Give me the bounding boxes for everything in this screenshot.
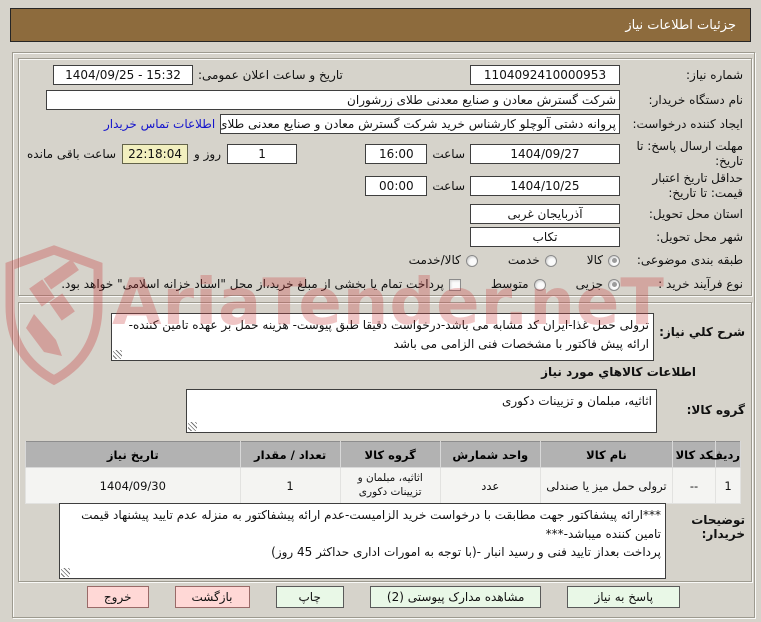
col-count-unit: واحد شمارش — [439, 441, 541, 468]
classification-option-goods[interactable]: کالا — [587, 253, 620, 268]
goods-table-row: 1 -- ترولی حمل میز یا صندلی عدد اثاثیه، … — [25, 467, 742, 504]
radio-selected-icon[interactable] — [608, 278, 620, 291]
province-row: استان محل تحویل: آذربایجان غربی — [470, 204, 743, 224]
checkbox-icon[interactable] — [448, 278, 461, 291]
treasury-checkbox-label: پرداخت تمام یا بخشی از مبلغ خرید،از محل … — [61, 277, 444, 291]
col-need-date: تاریخ نیاز — [25, 441, 241, 468]
col-goods-code: کد کالا — [672, 441, 716, 468]
classification-row: طبقه بندی موضوعی: کالا خدمت کالا/خدمت — [409, 253, 743, 268]
need-description-textarea[interactable]: ترولی حمل غذا-ایران کد مشابه می باشد-درخ… — [111, 313, 654, 361]
goods-table-header-row: ردیف کد کالا نام کالا واحد شمارش گروه کا… — [25, 441, 742, 468]
need-description-label: شرح کلي نیاز: — [659, 325, 745, 339]
price-validity-hour-label: ساعت — [432, 178, 465, 193]
cell-quantity: 1 — [239, 467, 341, 504]
col-goods-group: گروه کالا — [339, 441, 441, 468]
creator-label: ایجاد کننده درخواست: — [632, 116, 743, 131]
goods-table: ردیف کد کالا نام کالا واحد شمارش گروه کا… — [25, 441, 742, 504]
process-type-label: نوع فرآیند خرید : — [658, 277, 743, 291]
radio-icon[interactable] — [544, 254, 557, 267]
buyer-org-label: نام دستگاه خریدار: — [648, 92, 744, 107]
cell-row-number: 1 — [714, 467, 742, 504]
radio-label: جزیی — [575, 277, 603, 291]
city-label: شهر محل تحویل: — [656, 229, 743, 244]
radio-label: کالا/خدمت — [408, 253, 461, 267]
tender-details-page: جزئیات اطلاعات نیاز شماره نیاز: 11040924… — [0, 0, 761, 622]
deadline-hour-label: ساعت — [432, 146, 465, 161]
price-validity-date-input[interactable]: 1404/10/25 — [470, 176, 620, 196]
price-validity-row: حداقل تاریخ اعتبار قیمت: تا تاریخ: 1404/… — [365, 171, 743, 201]
request-info-groupbox: شماره نیاز: 1104092410000953 تاریخ و ساع… — [18, 58, 752, 296]
radio-label: خدمت — [507, 253, 540, 267]
treasury-checkbox-item[interactable]: پرداخت تمام یا بخشی از مبلغ خرید،از محل … — [61, 277, 461, 292]
need-number-label: شماره نیاز: — [686, 67, 743, 82]
radio-label: متوسط — [490, 277, 529, 291]
buyer-notes-label: توضیحات خریدار: — [691, 513, 745, 541]
countdown-cluster: 1 روز و 22:18:04 ساعت باقی مانده — [27, 144, 298, 164]
deadline-row: مهلت ارسال پاسخ: تا تاریخ: 1404/09/27 سا… — [27, 139, 743, 169]
cell-need-date: 1404/09/30 — [25, 467, 241, 504]
radio-icon[interactable] — [533, 278, 546, 291]
deadline-date-input[interactable]: 1404/09/27 — [470, 144, 620, 164]
creator-row: ایجاد کننده درخواست: پروانه دشتی آلوچلو … — [104, 114, 743, 134]
classification-option-service[interactable]: خدمت — [508, 253, 557, 268]
deadline-time-input[interactable]: 16:00 — [365, 144, 428, 164]
view-attachments-button[interactable]: مشاهده مدارک پیوستی (2) — [369, 586, 542, 608]
days-remaining-label: روز و — [194, 146, 222, 161]
process-option-minor[interactable]: جزیی — [576, 277, 620, 292]
buyer-contact-link[interactable]: اطلاعات تماس خریدار — [104, 117, 215, 132]
process-option-medium[interactable]: متوسط — [491, 277, 546, 292]
cell-goods-group: اثاثیه، مبلمان و تزیینات دکوری — [339, 467, 441, 504]
province-input[interactable]: آذربایجان غربی — [470, 204, 620, 224]
city-row: شهر محل تحویل: تکاب — [470, 227, 743, 247]
city-input[interactable]: تکاب — [470, 227, 620, 247]
need-number-row: شماره نیاز: 1104092410000953 — [470, 65, 743, 85]
print-button[interactable]: چاپ — [275, 586, 344, 608]
goods-group-label: گروه کالا: — [686, 403, 745, 417]
classification-option-goods-service[interactable]: کالا/خدمت — [409, 253, 478, 268]
announce-label: تاریخ و ساعت اعلان عمومی: — [198, 67, 343, 82]
price-validity-time-input[interactable]: 00:00 — [365, 176, 428, 196]
goods-section-header: اطلاعات کالاهاي مورد نیاز — [541, 365, 696, 379]
cell-goods-code: -- — [672, 467, 716, 504]
deadline-label: مهلت ارسال پاسخ: تا تاریخ: — [636, 139, 743, 168]
price-validity-label: حداقل تاریخ اعتبار قیمت: تا تاریخ: — [652, 171, 743, 200]
process-type-row: نوع فرآیند خرید : جزیی متوسط پرداخت تمام… — [27, 277, 743, 292]
radio-selected-icon[interactable] — [608, 254, 620, 267]
countdown-label: ساعت باقی مانده — [27, 146, 117, 161]
buyer-org-row: نام دستگاه خریدار: شرکت گسترش معادن و صن… — [46, 90, 743, 110]
page-title: جزئیات اطلاعات نیاز — [10, 8, 751, 42]
cell-goods-name: ترولی حمل میز یا صندلی — [539, 467, 674, 504]
cell-count-unit: عدد — [439, 467, 541, 504]
radio-label: کالا — [586, 253, 603, 267]
province-label: استان محل تحویل: — [648, 206, 743, 221]
respond-to-need-button[interactable]: پاسخ به نیاز — [567, 586, 681, 608]
countdown-timer: 22:18:04 — [122, 144, 189, 164]
radio-icon[interactable] — [465, 254, 478, 267]
announce-input[interactable]: 1404/09/25 - 15:32 — [53, 65, 193, 85]
days-remaining-input[interactable]: 1 — [227, 144, 298, 164]
buyer-org-input[interactable]: شرکت گسترش معادن و صنایع معدنی طلای زرشو… — [46, 90, 620, 110]
exit-button[interactable]: خروج — [86, 586, 149, 608]
buyer-notes-textarea[interactable]: ***ارائه پیشفاکتور جهت مطابقت با درخواست… — [59, 503, 666, 579]
col-row-number: ردیف — [709, 441, 742, 468]
goods-group-textarea[interactable]: اثاثیه، مبلمان و تزیینات دکوری — [186, 389, 657, 433]
goods-info-groupbox: شرح کلي نیاز: ترولی حمل غذا-ایران کد مشا… — [18, 302, 752, 582]
creator-input[interactable]: پروانه دشتی آلوچلو کارشناس خرید شرکت گست… — [220, 114, 620, 134]
classification-label: طبقه بندی موضوعی: — [636, 253, 743, 267]
col-quantity: تعداد / مقدار — [239, 441, 341, 468]
back-button[interactable]: بازگشت — [174, 586, 250, 608]
footer-button-row: پاسخ به نیاز مشاهده مدارک پیوستی (2) چاپ… — [12, 586, 755, 608]
announce-row: تاریخ و ساعت اعلان عمومی: 1404/09/25 - 1… — [53, 65, 343, 85]
need-number-input[interactable]: 1104092410000953 — [470, 65, 620, 85]
col-goods-name: نام کالا — [539, 441, 674, 468]
